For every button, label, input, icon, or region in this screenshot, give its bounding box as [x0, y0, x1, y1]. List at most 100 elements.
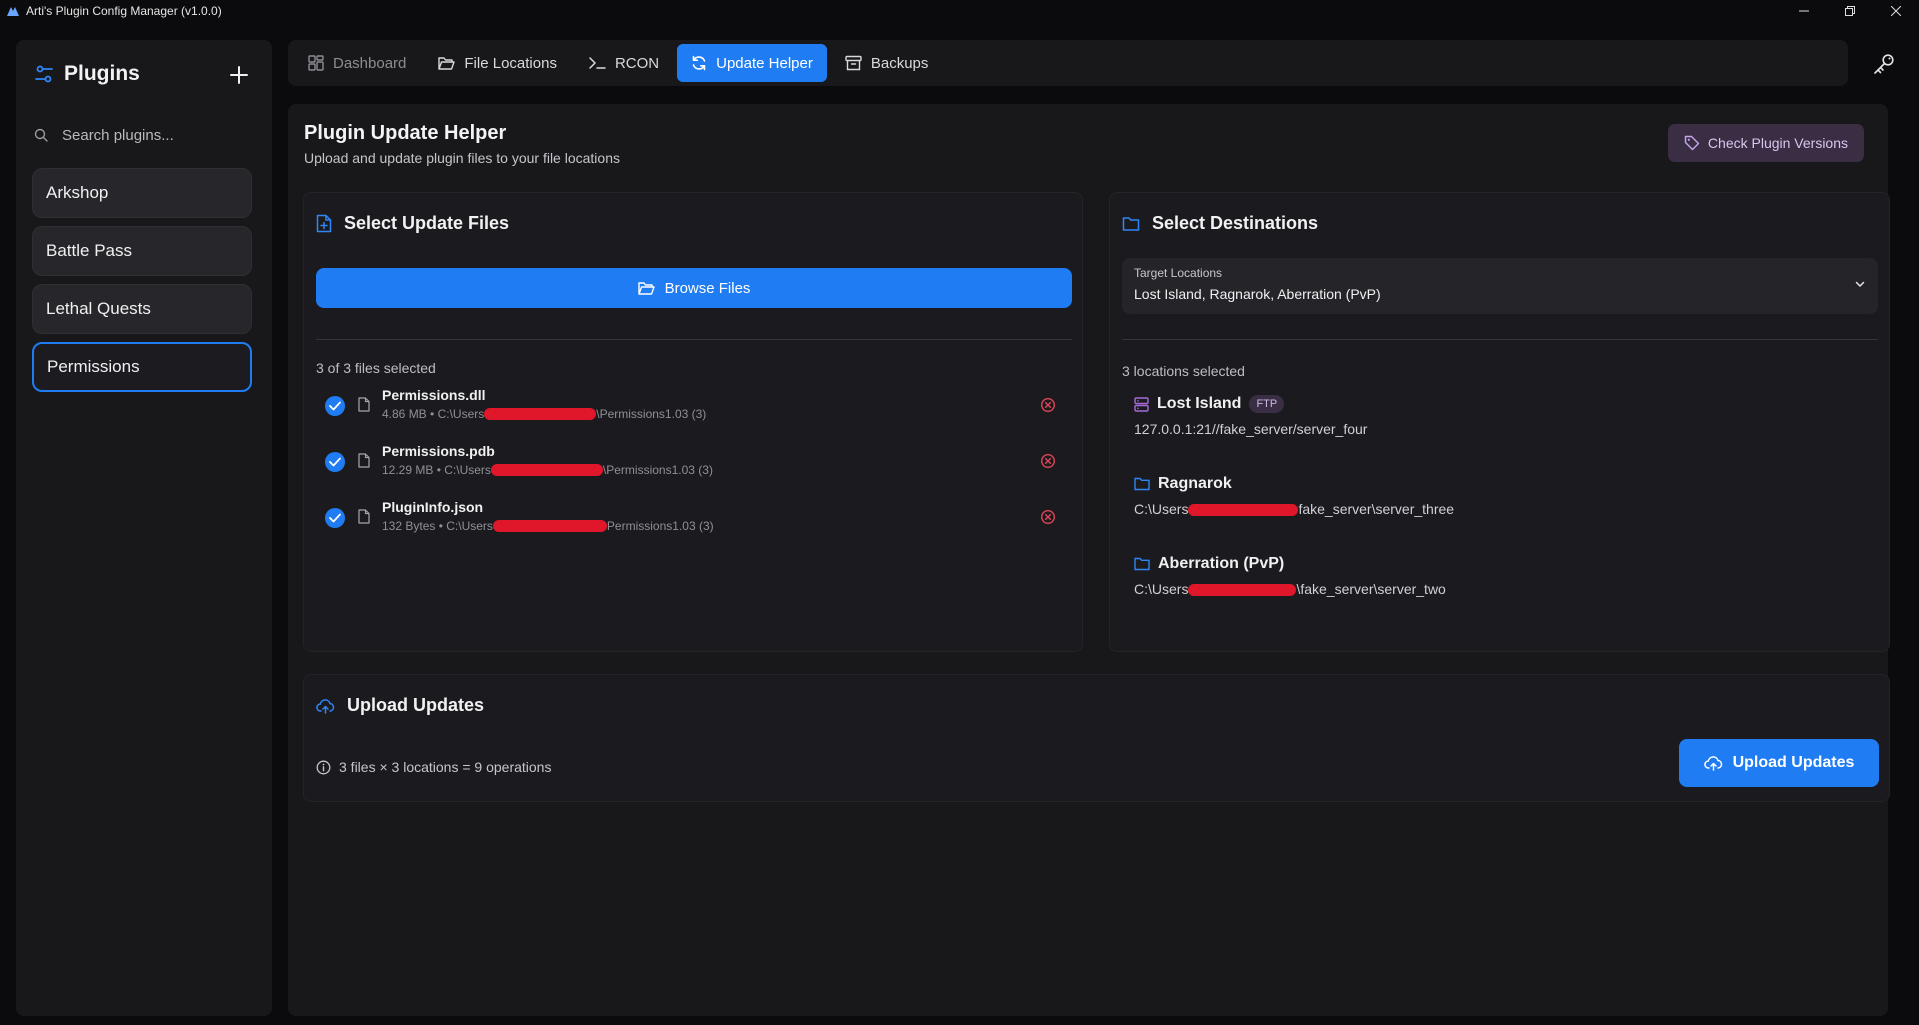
file-path-start: C:\Users: [444, 463, 491, 477]
destination-name: Ragnarok: [1158, 475, 1232, 492]
restore-button[interactable]: [1827, 0, 1873, 22]
sidebar-item-battle-pass[interactable]: Battle Pass: [32, 226, 252, 276]
x-circle-icon[interactable]: [1040, 397, 1056, 413]
destination-path-start: C:\Users: [1134, 501, 1189, 517]
minimize-button[interactable]: [1781, 0, 1827, 22]
folder-icon: [1134, 477, 1150, 491]
file-checkbox[interactable]: [325, 508, 345, 528]
file-size: 132 Bytes: [382, 519, 436, 533]
files-selected-count: 3 of 3 files selected: [316, 360, 436, 376]
dropdown-value: Lost Island, Ragnarok, Aberration (PvP): [1134, 286, 1381, 302]
file-checkbox[interactable]: [325, 396, 345, 416]
destination-path-end: fake_server\server_three: [1298, 501, 1455, 517]
file-meta: 132 Bytes • C:\Users Permissions1.03 (3): [382, 519, 714, 533]
cloud-upload-icon: [1703, 756, 1722, 771]
archive-icon: [845, 55, 862, 71]
divider: [316, 339, 1072, 340]
dashboard-icon: [308, 55, 324, 71]
folder-icon: [1122, 216, 1140, 231]
main-panel: Plugin Update Helper Upload and update p…: [288, 104, 1890, 1016]
add-plugin-button[interactable]: [226, 62, 252, 88]
tab-backups[interactable]: Backups: [831, 44, 943, 82]
file-checkbox[interactable]: [325, 452, 345, 472]
plus-icon: [230, 66, 248, 84]
sidebar-item-label: Battle Pass: [46, 241, 132, 260]
tab-rcon[interactable]: RCON: [575, 44, 673, 82]
upload-updates-button[interactable]: Upload Updates: [1679, 739, 1879, 787]
destination-lost-island[interactable]: Lost Island FTP 127.0.0.1:21//fake_serve…: [1134, 395, 1367, 437]
search-icon: [34, 128, 48, 142]
divider: [1122, 339, 1878, 340]
sidebar-header: Plugins: [34, 62, 140, 86]
key-button[interactable]: [1868, 48, 1900, 80]
destination-path-start: 127.0.0.1:21//fake_server/server_four: [1134, 421, 1368, 437]
redaction-mark: [1188, 504, 1299, 516]
file-icon: [358, 509, 370, 524]
file-row-permissions-dll: Permissions.dll 4.86 MB • C:\Users \Permi…: [320, 385, 1064, 429]
tab-label: Update Helper: [716, 54, 813, 72]
operations-summary: 3 files × 3 locations = 9 operations: [316, 759, 551, 775]
x-circle-icon[interactable]: [1040, 509, 1056, 525]
tag-icon: [1684, 135, 1700, 151]
tab-dashboard[interactable]: Dashboard: [294, 44, 420, 82]
destination-ragnarok[interactable]: Ragnarok C:\Users fake_server\server_thre…: [1134, 475, 1454, 517]
card-title: Select Update Files: [316, 213, 509, 234]
redaction-mark: [492, 520, 607, 532]
server-icon: [1134, 396, 1149, 412]
close-icon: [1891, 6, 1901, 16]
redaction-mark: [1188, 584, 1297, 596]
file-path-end: \Permissions1.03 (3): [602, 463, 713, 477]
tab-update-helper[interactable]: Update Helper: [677, 44, 827, 82]
file-row-permissions-pdb: Permissions.pdb 12.29 MB • C:\Users \Perm…: [320, 441, 1064, 485]
destination-path-end: \fake_server\server_two: [1296, 581, 1446, 597]
folder-open-icon: [438, 56, 456, 70]
check-icon: [329, 513, 341, 523]
x-circle-icon[interactable]: [1040, 453, 1056, 469]
minimize-icon: [1799, 10, 1809, 12]
file-size: 12.29 MB: [382, 463, 434, 477]
sidebar-item-label: Lethal Quests: [46, 299, 151, 318]
folder-icon: [1134, 557, 1150, 571]
destination-path: C:\Users fake_server\server_three: [1134, 501, 1454, 517]
window-title: Arti's Plugin Config Manager (v1.0.0): [26, 4, 222, 18]
update-files-title: Select Update Files: [344, 213, 510, 233]
sidebar-item-permissions[interactable]: Permissions: [32, 342, 252, 392]
file-row-plugininfo-json: PluginInfo.json 132 Bytes • C:\Users Perm…: [320, 497, 1064, 541]
close-button[interactable]: [1873, 0, 1919, 22]
file-meta: 4.86 MB • C:\Users \Permissions1.03 (3): [382, 407, 707, 421]
browse-files-label: Browse Files: [664, 279, 751, 297]
tab-label: File Locations: [464, 54, 557, 72]
check-icon: [329, 401, 341, 411]
tab-label: RCON: [614, 54, 660, 72]
redaction-mark: [484, 408, 597, 420]
sidebar-item-arkshop[interactable]: Arkshop: [32, 168, 252, 218]
destination-path: 127.0.0.1:21//fake_server/server_four: [1134, 421, 1367, 437]
upload-updates-label: Upload Updates: [1732, 754, 1855, 771]
page-subtitle: Upload and update plugin files to your f…: [304, 150, 620, 166]
check-plugin-versions-button[interactable]: Check Plugin Versions: [1667, 124, 1864, 162]
check-versions-label: Check Plugin Versions: [1707, 135, 1848, 151]
sidebar-item-lethal-quests[interactable]: Lethal Quests: [32, 284, 252, 334]
dropdown-label: Target Locations: [1134, 266, 1223, 280]
refresh-icon: [692, 55, 706, 71]
file-plus-icon: [316, 214, 332, 233]
folder-open-icon: [637, 281, 655, 295]
browse-files-button[interactable]: Browse Files: [316, 268, 1072, 308]
key-icon: [1874, 54, 1894, 74]
file-size: 4.86 MB: [382, 407, 427, 421]
card-title: Select Destinations: [1122, 213, 1318, 234]
destination-name: Lost Island: [1157, 395, 1242, 412]
destination-path: C:\Users \fake_server\server_two: [1134, 581, 1446, 597]
search-input[interactable]: [62, 126, 242, 144]
file-name: PluginInfo.json: [382, 499, 484, 515]
target-locations-select[interactable]: Target Locations Lost Island, Ragnarok, …: [1122, 258, 1878, 314]
info-icon: [316, 760, 331, 774]
page-title: Plugin Update Helper: [304, 122, 507, 144]
ftp-badge: FTP: [1249, 395, 1285, 413]
chevron-down-icon: [1855, 281, 1865, 287]
file-icon: [358, 453, 370, 468]
destination-aberration-pvp[interactable]: Aberration (PvP) C:\Users \fake_server\se…: [1134, 555, 1446, 597]
redaction-mark: [490, 464, 603, 476]
tab-file-locations[interactable]: File Locations: [424, 44, 571, 82]
destination-path-start: C:\Users: [1134, 581, 1189, 597]
